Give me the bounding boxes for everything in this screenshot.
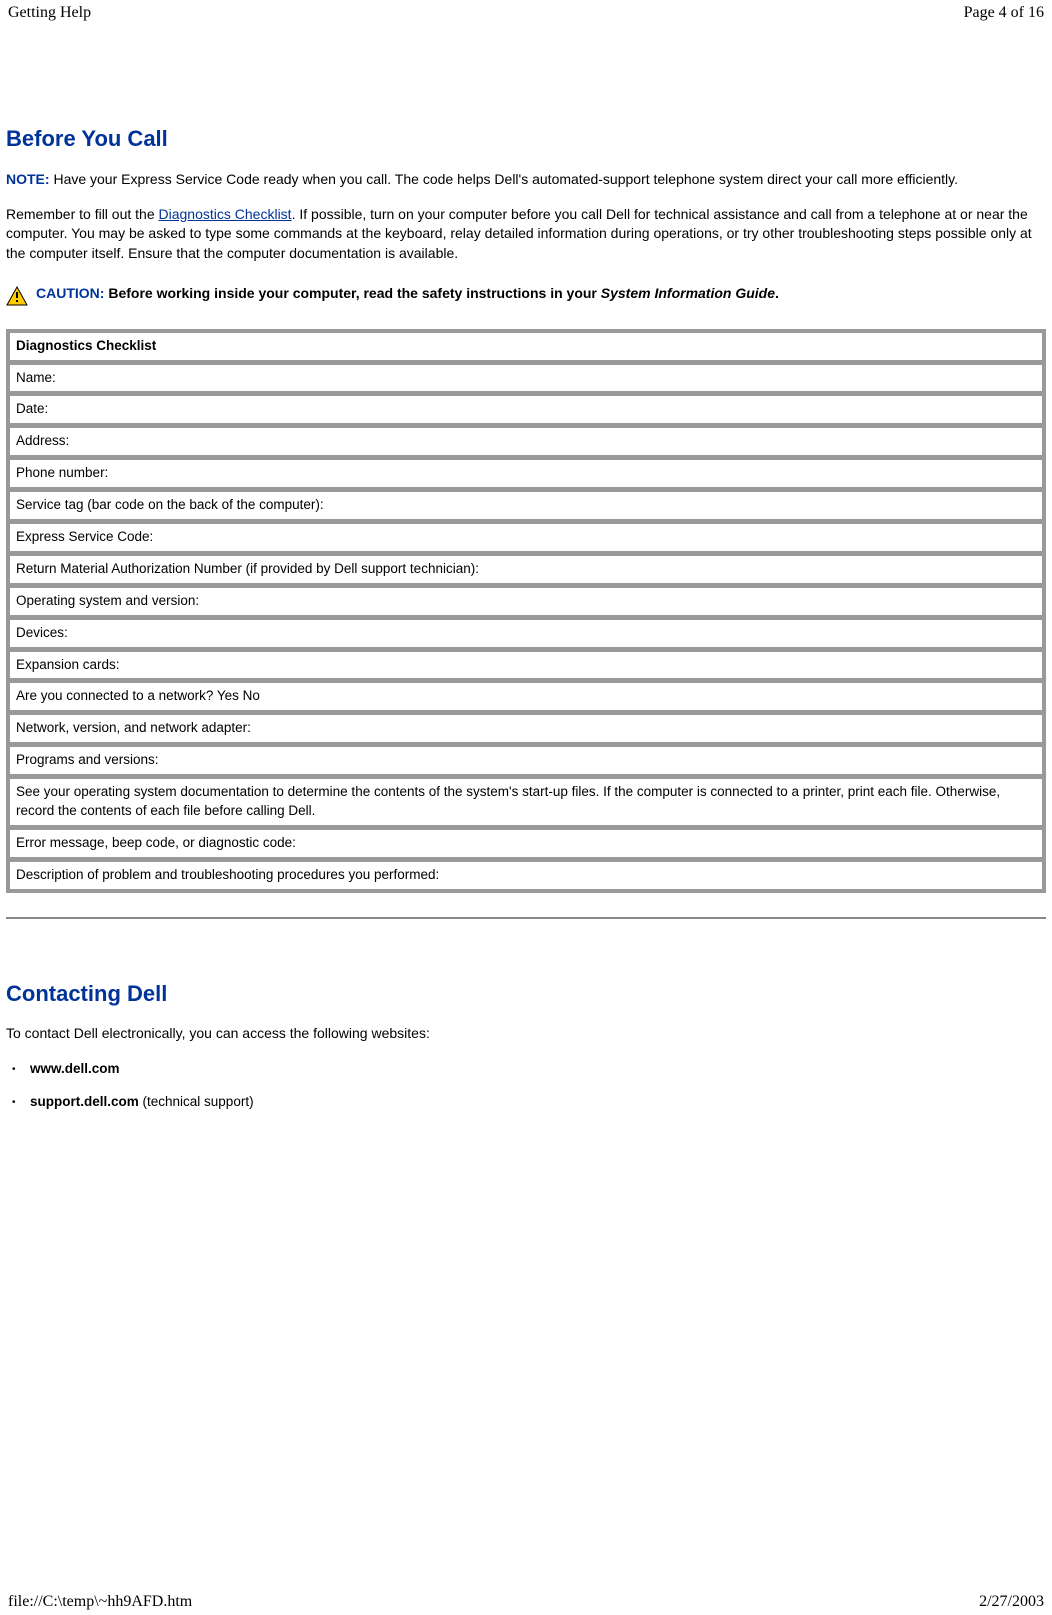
- remember-paragraph: Remember to fill out the Diagnostics Che…: [6, 205, 1046, 264]
- table-row: Phone number:: [9, 459, 1043, 488]
- note-label: NOTE:: [6, 171, 50, 187]
- checklist-cell: Express Service Code:: [9, 523, 1043, 552]
- table-row: Network, version, and network adapter:: [9, 714, 1043, 743]
- page-footer: file://C:\temp\~hh9AFD.htm 2/27/2003: [0, 1593, 1052, 1611]
- table-row: See your operating system documentation …: [9, 778, 1043, 826]
- caution-post-italic: .: [775, 285, 779, 301]
- table-row: Error message, beep code, or diagnostic …: [9, 829, 1043, 858]
- contacting-dell-heading: Contacting Dell: [6, 981, 1046, 1007]
- site-name: www.dell.com: [30, 1061, 120, 1076]
- table-row: Devices:: [9, 619, 1043, 648]
- site-suffix: (technical support): [139, 1094, 254, 1109]
- before-you-call-heading: Before You Call: [6, 126, 1046, 152]
- checklist-cell: Phone number:: [9, 459, 1043, 488]
- checklist-cell: See your operating system documentation …: [9, 778, 1043, 826]
- caution-italic: System Information Guide: [601, 285, 775, 301]
- checklist-cell: Error message, beep code, or diagnostic …: [9, 829, 1043, 858]
- checklist-cell: Are you connected to a network? Yes No: [9, 682, 1043, 711]
- table-row: Return Material Authorization Number (if…: [9, 555, 1043, 584]
- page-indicator: Page 4 of 16: [964, 4, 1044, 22]
- table-row: Diagnostics Checklist: [9, 332, 1043, 361]
- table-row: Address:: [9, 427, 1043, 456]
- caution-pre-italic: Before working inside your computer, rea…: [108, 285, 600, 301]
- table-row: Operating system and version:: [9, 587, 1043, 616]
- checklist-cell: Return Material Authorization Number (if…: [9, 555, 1043, 584]
- diagnostics-checklist-table: Diagnostics Checklist Name: Date: Addres…: [6, 329, 1046, 893]
- caution-row: CAUTION: Before working inside your comp…: [6, 284, 1046, 309]
- header-title: Getting Help: [8, 4, 91, 22]
- list-item: www.dell.com: [30, 1061, 1046, 1076]
- main-content: Before You Call NOTE: Have your Express …: [0, 126, 1052, 1109]
- table-row: Date:: [9, 395, 1043, 424]
- checklist-cell: Devices:: [9, 619, 1043, 648]
- footer-date: 2/27/2003: [979, 1593, 1044, 1611]
- footer-path: file://C:\temp\~hh9AFD.htm: [8, 1593, 192, 1611]
- caution-icon: [6, 286, 28, 309]
- checklist-cell: Date:: [9, 395, 1043, 424]
- checklist-cell: Operating system and version:: [9, 587, 1043, 616]
- checklist-cell: Description of problem and troubleshooti…: [9, 861, 1043, 890]
- site-name: support.dell.com: [30, 1094, 139, 1109]
- table-row: Are you connected to a network? Yes No: [9, 682, 1043, 711]
- checklist-cell: Expansion cards:: [9, 651, 1043, 680]
- websites-list: www.dell.com support.dell.com (technical…: [6, 1061, 1046, 1109]
- checklist-cell: Network, version, and network adapter:: [9, 714, 1043, 743]
- section-divider: [6, 917, 1046, 919]
- list-item: support.dell.com (technical support): [30, 1094, 1046, 1109]
- table-row: Express Service Code:: [9, 523, 1043, 552]
- page-header: Getting Help Page 4 of 16: [0, 0, 1052, 26]
- checklist-title: Diagnostics Checklist: [9, 332, 1043, 361]
- table-row: Description of problem and troubleshooti…: [9, 861, 1043, 890]
- table-row: Programs and versions:: [9, 746, 1043, 775]
- para-pre-link: Remember to fill out the: [6, 206, 159, 222]
- note-text: Have your Express Service Code ready whe…: [50, 171, 958, 187]
- table-row: Name:: [9, 364, 1043, 393]
- table-row: Expansion cards:: [9, 651, 1043, 680]
- checklist-cell: Service tag (bar code on the back of the…: [9, 491, 1043, 520]
- caution-label: CAUTION:: [36, 285, 108, 301]
- checklist-cell: Programs and versions:: [9, 746, 1043, 775]
- checklist-cell: Name:: [9, 364, 1043, 393]
- note-paragraph: NOTE: Have your Express Service Code rea…: [6, 170, 1046, 189]
- table-row: Service tag (bar code on the back of the…: [9, 491, 1043, 520]
- checklist-cell: Address:: [9, 427, 1043, 456]
- caution-text: CAUTION: Before working inside your comp…: [36, 284, 779, 303]
- contact-intro: To contact Dell electronically, you can …: [6, 1025, 1046, 1041]
- diagnostics-checklist-link[interactable]: Diagnostics Checklist: [159, 206, 292, 222]
